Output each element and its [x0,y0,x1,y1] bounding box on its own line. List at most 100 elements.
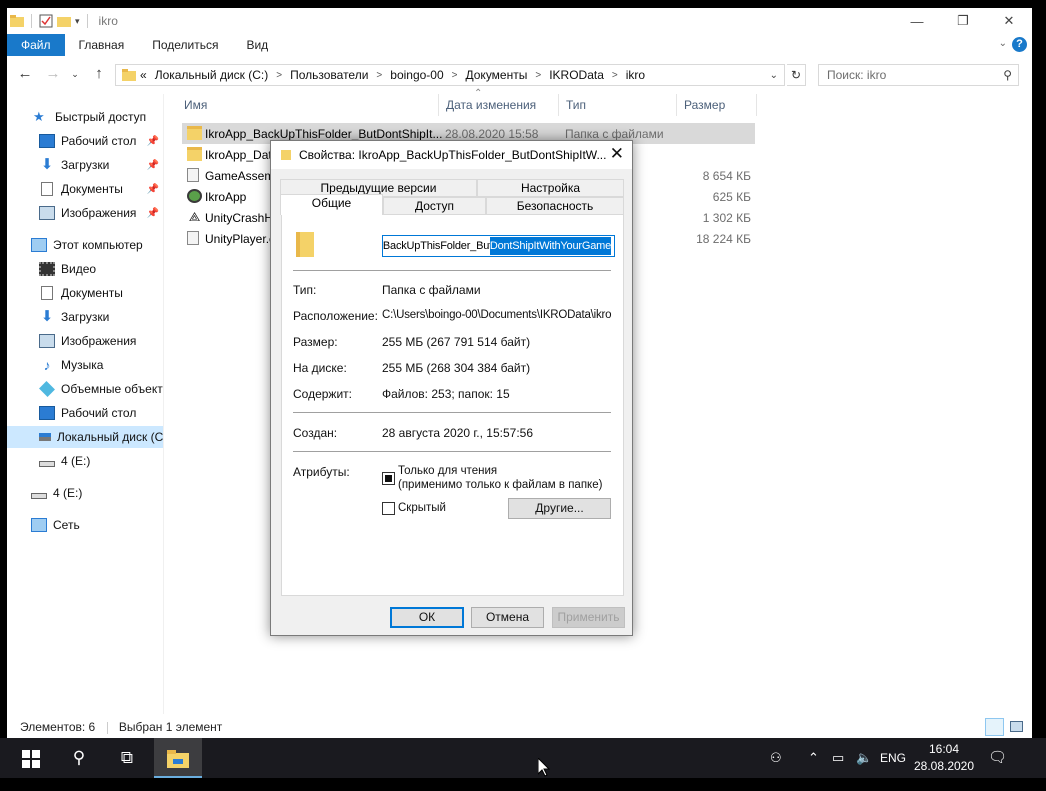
cancel-button[interactable]: Отмена [471,607,544,628]
properties-icon[interactable] [39,14,53,28]
download-icon: ⬇ [40,156,54,173]
nav-pictures-pinned[interactable]: Изображения 📌 [7,202,163,224]
computer-icon [31,238,47,252]
nav-desktop-pinned[interactable]: Рабочий стол 📌 [7,130,163,152]
drive-icon [39,461,55,467]
type-label: Тип: [293,283,317,297]
network-icon[interactable]: ▭ [832,738,844,778]
large-icons-view-icon[interactable] [1007,718,1026,736]
chevron-right-icon[interactable]: > [608,70,622,81]
minimize-button[interactable]: — [894,8,940,34]
chevron-right-icon[interactable]: > [531,70,545,81]
show-hidden-icons-chevron-icon[interactable]: ⌃ [808,738,819,778]
nav-documents-pinned[interactable]: Документы 📌 [7,178,163,200]
ok-button[interactable]: ОК [390,607,464,628]
details-view-icon[interactable] [985,718,1004,736]
column-type[interactable]: Тип [559,94,677,116]
folder-icon [187,126,202,140]
pin-icon: 📌 [146,135,159,147]
app-icon [187,189,202,203]
download-icon: ⬇ [40,308,54,325]
location-label: Расположение: [293,309,378,323]
volume-icon[interactable]: 🔈 [856,738,872,778]
nav-desktop[interactable]: Рабочий стол [7,402,163,424]
folder-icon [10,15,24,27]
language-indicator[interactable]: ENG [880,738,906,778]
search-icon[interactable]: ⚲ [56,738,102,778]
readonly-checkbox[interactable] [382,472,395,485]
nav-quick-access[interactable]: ★ Быстрый доступ [7,106,163,128]
dll-icon [187,168,199,182]
nav-documents[interactable]: Документы [7,282,163,304]
close-button[interactable]: ✕ [986,8,1032,34]
contains-label: Содержит: [293,387,352,401]
breadcrumb-drive[interactable]: Локальный диск (C:) [151,68,273,82]
nav-this-pc[interactable]: Этот компьютер [7,234,163,256]
advanced-button[interactable]: Другие... [508,498,611,519]
location-value: C:\Users\boingo-00\Documents\IKROData\ik… [382,309,612,321]
file-explorer-taskbar-icon[interactable] [154,738,202,778]
nav-downloads-pinned[interactable]: ⬇ Загрузки 📌 [7,154,163,176]
tab-file[interactable]: Файл [7,34,65,56]
chevron-down-icon[interactable]: ⌄ [999,38,1007,49]
tab-share[interactable]: Поделиться [138,34,232,56]
new-folder-icon[interactable] [57,14,71,28]
maximize-button[interactable]: ❐ [940,8,986,34]
nav-downloads[interactable]: ⬇ Загрузки [7,306,163,328]
close-icon[interactable]: ✕ [610,144,624,164]
tab-sharing[interactable]: Доступ [383,197,486,215]
breadcrumb-user[interactable]: boingo-00 [386,68,447,82]
title-bar: ▾ ikro — ❐ ✕ [7,8,1032,34]
breadcrumb-ikro[interactable]: ikro [622,68,649,82]
up-arrow-icon[interactable]: ↑ [89,64,109,84]
task-view-icon[interactable]: ⧉ [104,738,150,778]
back-arrow-icon[interactable]: ← [15,64,35,84]
recent-chevron-icon[interactable]: ⌄ [65,64,85,84]
forward-arrow-icon[interactable]: → [43,64,63,84]
folder-icon [122,69,136,81]
refresh-icon[interactable]: ↻ [787,64,806,86]
address-bar[interactable]: « Локальный диск (C:) > Пользователи > b… [115,64,785,86]
notifications-icon[interactable]: 🗨 [988,738,1007,778]
chevron-right-icon[interactable]: > [448,70,462,81]
document-icon [41,286,53,300]
address-overflow[interactable]: « [136,68,151,82]
breadcrumb-users[interactable]: Пользователи [286,68,372,82]
tab-general[interactable]: Общие [280,194,383,215]
unity-icon: ⟁ [188,209,201,224]
nav-local-disk-c[interactable]: Локальный диск (C:) [7,426,163,448]
help-icon[interactable]: ? [1012,37,1027,52]
customize-quick-access-icon[interactable]: ▾ [75,16,80,27]
nav-3d-objects[interactable]: Объемные объекты [7,378,163,400]
tab-customize[interactable]: Настройка [477,179,624,197]
breadcrumb-ikrodata[interactable]: IKROData [545,68,608,82]
chevron-right-icon[interactable]: > [272,70,286,81]
tab-security[interactable]: Безопасность [486,197,624,215]
tab-view[interactable]: Вид [232,34,282,56]
apply-button[interactable]: Применить [552,607,625,628]
column-date[interactable]: Дата изменения [439,94,559,116]
pictures-icon [39,206,55,220]
navigation-bar: ← → ⌄ ↑ « Локальный диск (C:) > Пользова… [7,62,1032,86]
people-icon[interactable]: ⚇ [770,738,782,778]
chevron-right-icon[interactable]: > [372,70,386,81]
drive-icon [39,433,51,441]
hidden-checkbox[interactable] [382,502,395,515]
tab-home[interactable]: Главная [65,34,139,56]
nav-video[interactable]: Видео [7,258,163,280]
nav-network[interactable]: Сеть [7,514,163,536]
folder-name-input[interactable]: BackUpThisFolder_But DontShipItWithYourG… [382,235,615,257]
contains-value: Файлов: 253; папок: 15 [382,387,510,401]
column-name[interactable]: Имя [177,94,439,116]
clock[interactable]: 16:04 28.08.2020 [912,741,976,775]
search-input[interactable]: Поиск: ikro ⚲ [818,64,1019,86]
column-size[interactable]: Размер [677,94,757,116]
network-icon [31,518,47,532]
address-dropdown-icon[interactable]: ⌄ [770,70,778,81]
nav-music[interactable]: ♪ Музыка [7,354,163,376]
nav-drive-e[interactable]: 4 (E:) [7,450,163,472]
breadcrumb-documents[interactable]: Документы [462,68,532,82]
nav-pictures[interactable]: Изображения [7,330,163,352]
windows-start-icon[interactable] [8,738,54,778]
nav-drive-e-root[interactable]: 4 (E:) [7,482,163,504]
